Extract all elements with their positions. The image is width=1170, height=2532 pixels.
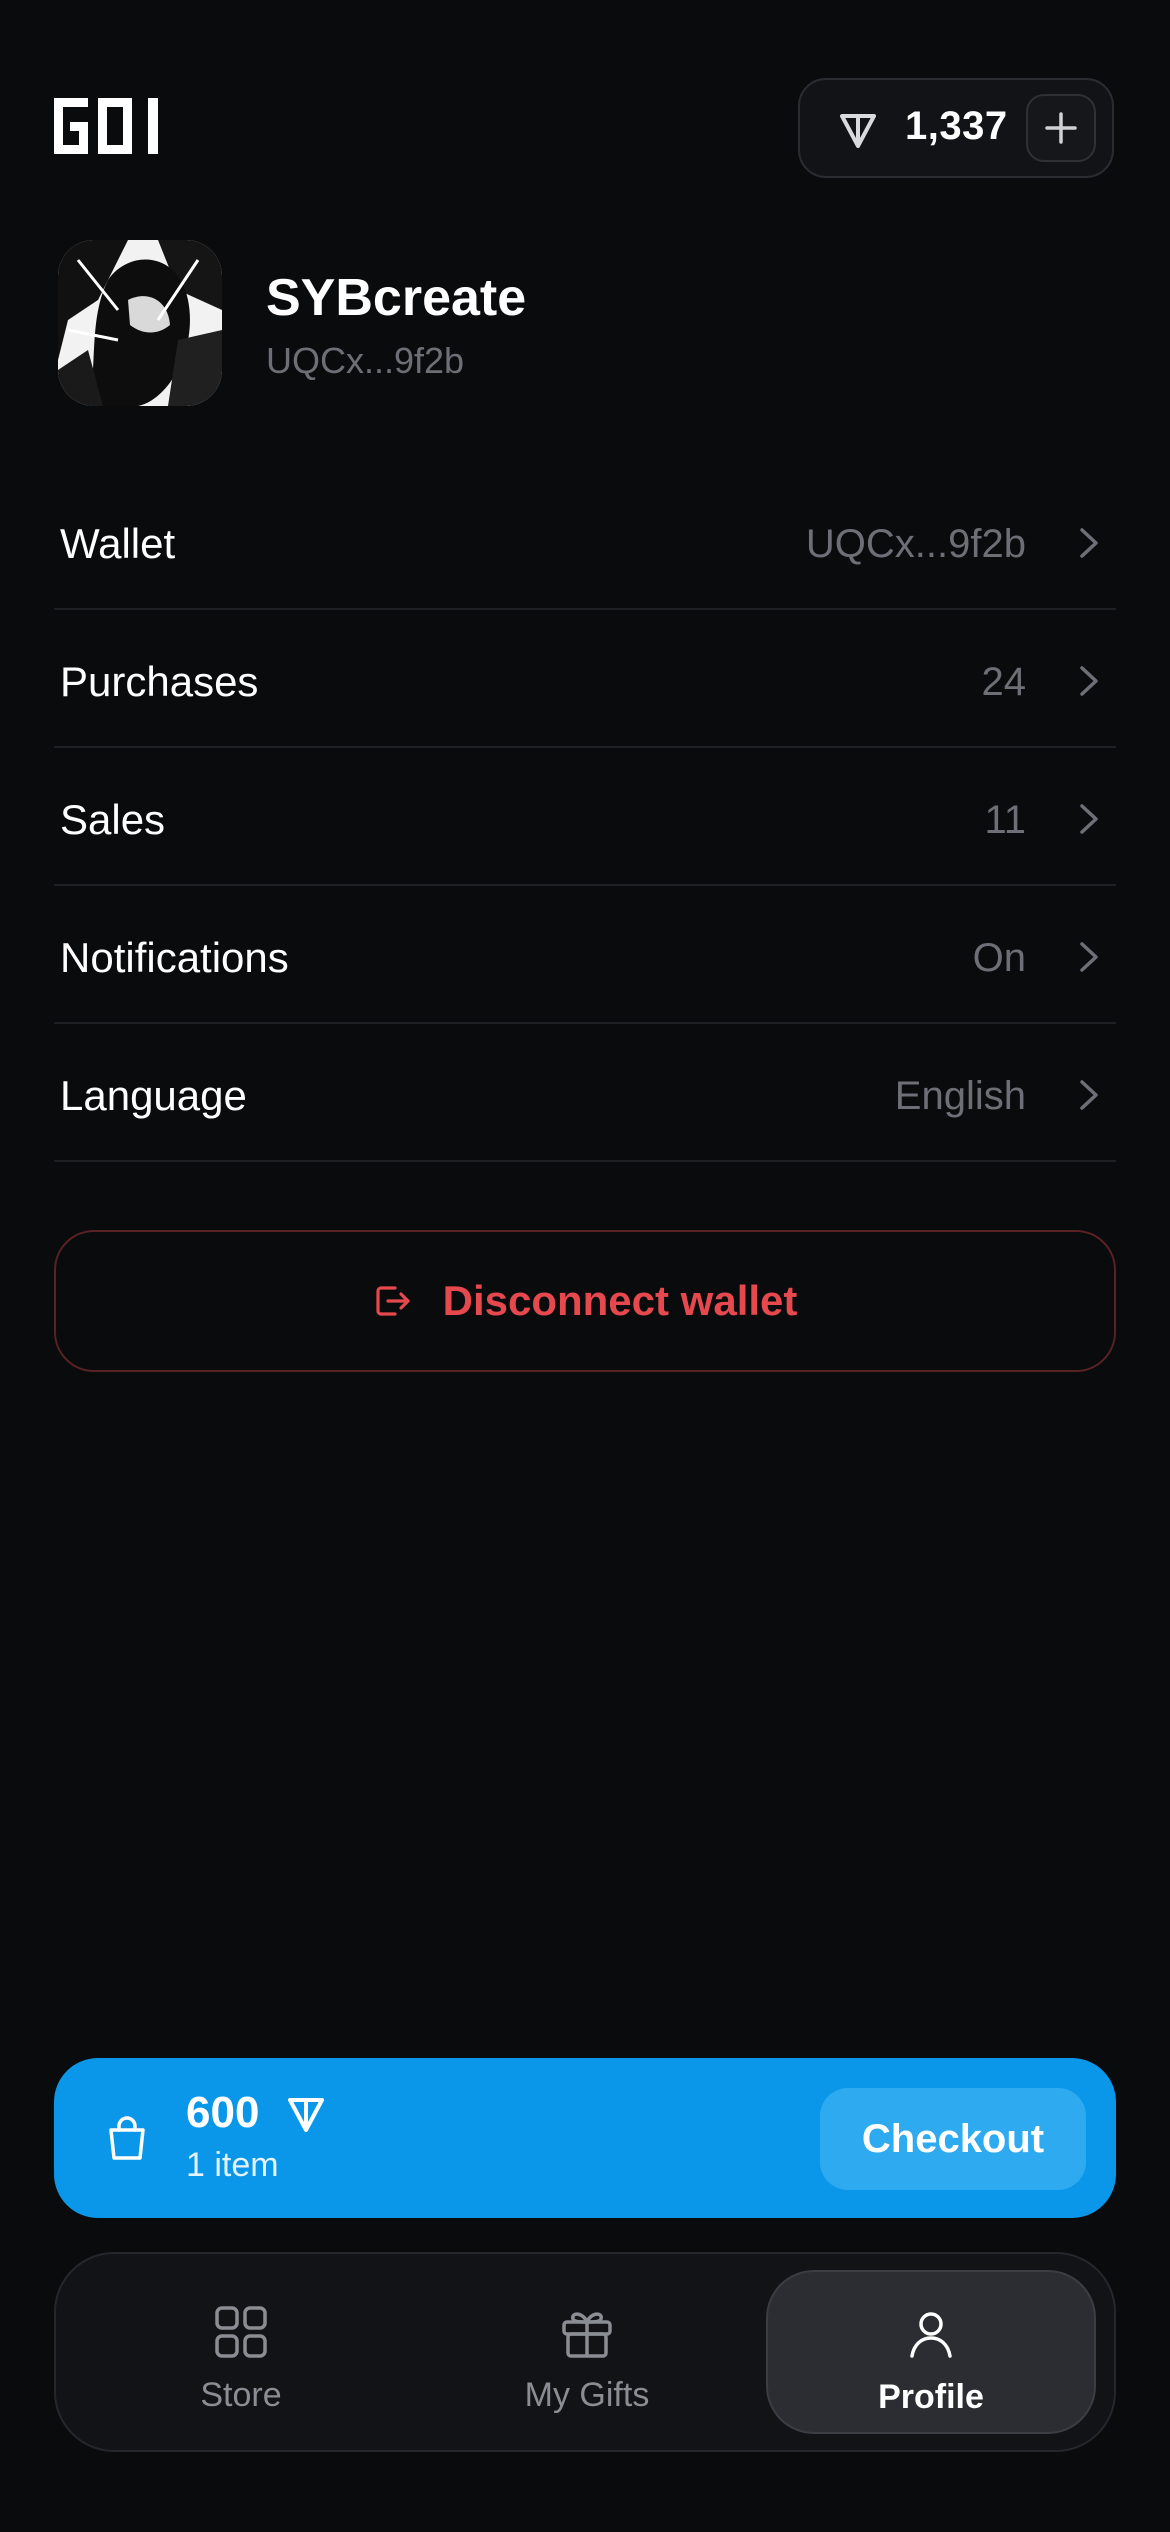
- gift-icon: [562, 2312, 612, 2358]
- tab-label: My Gifts: [524, 2376, 650, 2414]
- app-logo: [54, 98, 158, 154]
- settings-row-notifications[interactable]: Notifications On: [54, 888, 1116, 1024]
- cart-bar[interactable]: 600 1 item Checkout: [54, 2058, 1116, 2218]
- tab-my-gifts[interactable]: My Gifts: [422, 2270, 752, 2434]
- balance-amount: 1,337: [905, 104, 1008, 148]
- disconnect-wallet-label: Disconnect wallet: [442, 1277, 798, 1324]
- settings-row-sales[interactable]: Sales 11: [54, 750, 1116, 886]
- checkout-button[interactable]: Checkout: [820, 2088, 1086, 2190]
- chevron-right-icon: [1080, 804, 1098, 834]
- grid-icon: [215, 2306, 267, 2358]
- shopping-bag-icon: [109, 2116, 145, 2160]
- cart-item-count: 1 item: [186, 2146, 279, 2184]
- ton-icon: [288, 2098, 324, 2132]
- bottom-tab-bar: Store My Gifts Profile: [54, 2252, 1116, 2452]
- disconnect-wallet-button[interactable]: Disconnect wallet: [54, 1230, 1116, 1372]
- row-value: UQCx...9f2b: [805, 522, 1026, 566]
- settings-row-language[interactable]: Language English: [54, 1026, 1116, 1162]
- chevron-right-icon: [1080, 528, 1098, 558]
- row-value: 24: [981, 660, 1027, 704]
- chevron-right-icon: [1080, 666, 1098, 696]
- ton-icon: [840, 114, 876, 148]
- settings-row-wallet[interactable]: Wallet UQCx...9f2b: [54, 474, 1116, 610]
- tab-profile[interactable]: Profile: [766, 2270, 1096, 2434]
- tab-label: Store: [200, 2376, 282, 2414]
- avatar: [58, 240, 222, 406]
- cart-total: 600: [186, 2088, 260, 2137]
- chevron-right-icon: [1080, 1080, 1098, 1110]
- tab-store[interactable]: Store: [76, 2270, 406, 2434]
- row-label: Purchases: [60, 658, 259, 705]
- tab-label: Profile: [878, 2378, 984, 2416]
- row-label: Sales: [60, 796, 166, 843]
- row-label: Notifications: [60, 934, 289, 981]
- row-value: 11: [984, 798, 1026, 842]
- chevron-right-icon: [1080, 942, 1098, 972]
- plus-icon: [1045, 112, 1077, 144]
- logout-icon: [376, 1286, 410, 1316]
- row-value: English: [894, 1074, 1026, 1118]
- profile-username: SYBcreate: [266, 269, 527, 327]
- profile-address: UQCx...9f2b: [266, 340, 465, 381]
- user-icon: [910, 2312, 952, 2358]
- settings-row-purchases[interactable]: Purchases 24: [54, 612, 1116, 748]
- row-label: Language: [60, 1072, 247, 1119]
- row-value: On: [972, 936, 1026, 980]
- add-funds-button[interactable]: [1026, 94, 1096, 162]
- row-label: Wallet: [60, 520, 176, 567]
